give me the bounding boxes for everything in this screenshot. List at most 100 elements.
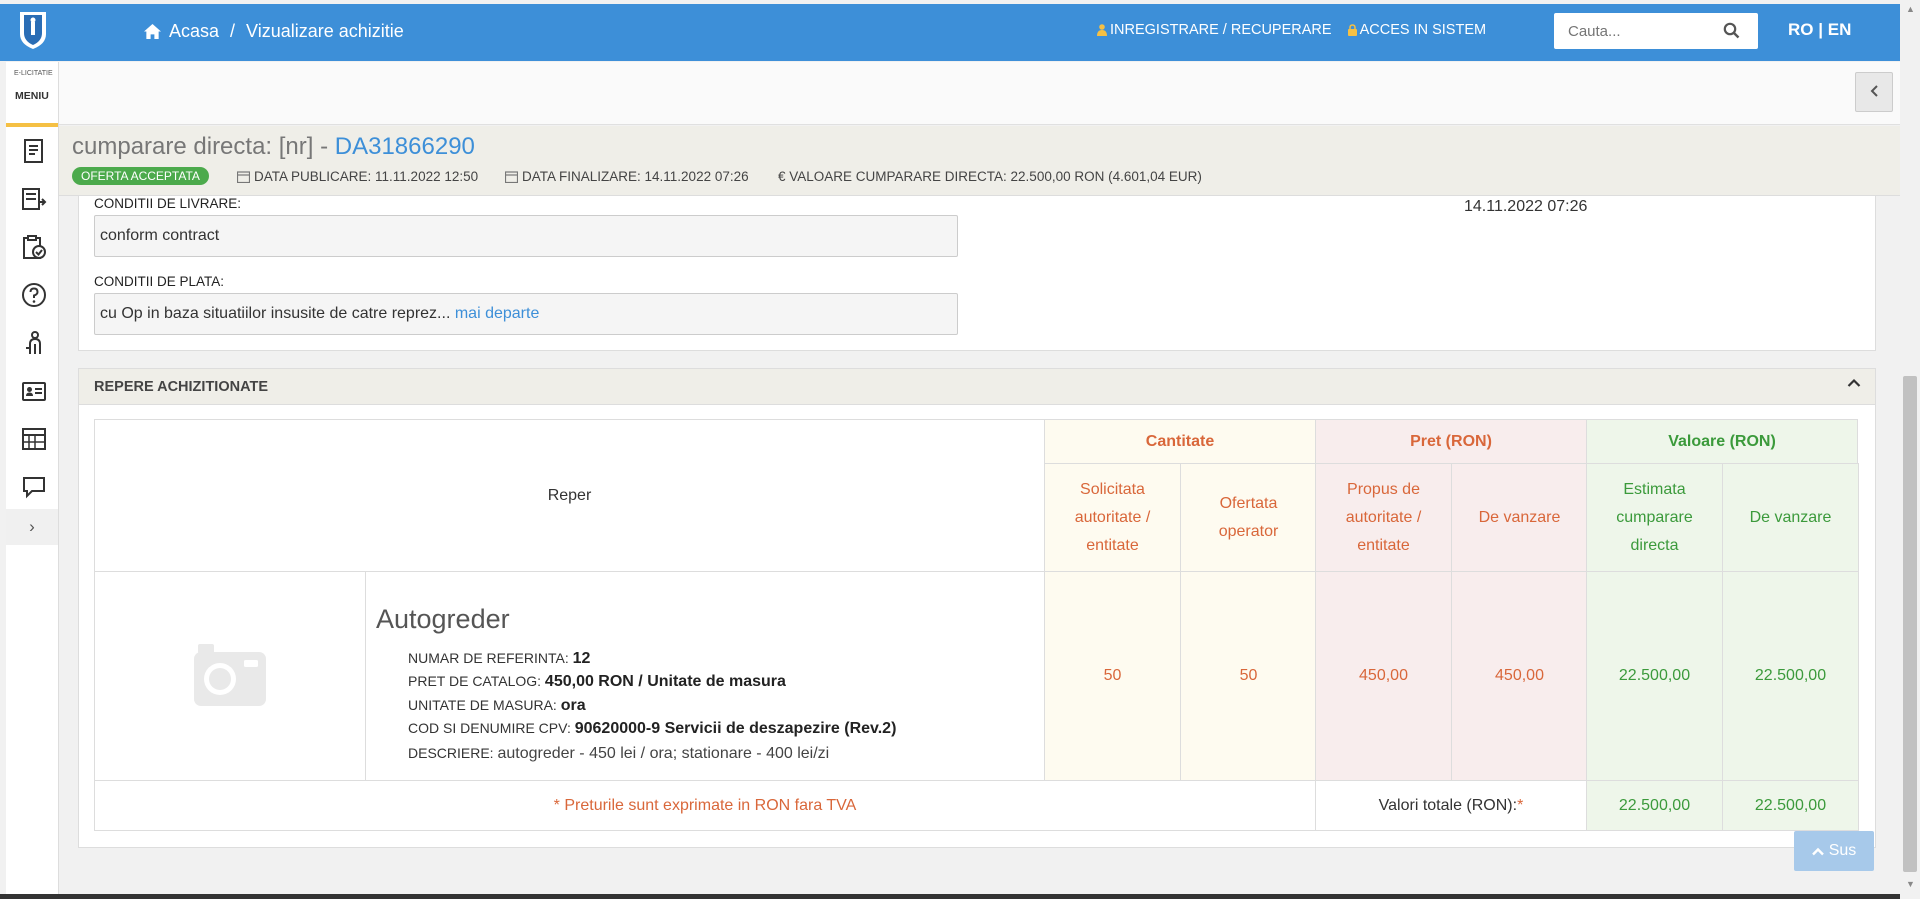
payment-conditions-label: CONDITII DE PLATA: (94, 274, 225, 289)
register-link-label: INREGISTRARE / RECUPERARE (1110, 22, 1332, 38)
clipboard-check-icon[interactable] (21, 234, 47, 260)
item-desc-label: DESCRIERE: (408, 745, 498, 761)
status-badge: OFERTA ACCEPTATA (72, 167, 209, 185)
totals-star: * (1517, 796, 1524, 814)
finalization-date: 14.11.2022 07:26 (1464, 198, 1588, 215)
more-link[interactable]: mai departe (455, 305, 540, 322)
total-estimated-cell: 22.500,00 (1586, 780, 1723, 831)
site-logo[interactable] (17, 10, 49, 50)
collapse-panel-button[interactable] (1855, 72, 1893, 112)
document-icon[interactable] (21, 138, 47, 164)
item-unit-line: UNITATE DE MASURA: ora (408, 697, 586, 715)
item-catalog-line: PRET DE CATALOG: 450,00 RON / Unitate de… (408, 673, 786, 691)
menu-toggle[interactable]: MENIU (15, 90, 49, 102)
item-unit-value: ora (560, 697, 586, 714)
sub-estimata-header: Estimata cumparare directa (1586, 463, 1723, 572)
calendar-grid-icon[interactable] (21, 426, 47, 452)
sub-val-vanzare-header: De vanzare (1722, 463, 1859, 572)
publish-date: DATA PUBLICARE: 11.11.2022 12:50 (237, 169, 478, 184)
login-link[interactable]: ACCES IN SISTEM (1347, 22, 1487, 38)
scroll-down-arrow[interactable]: ▼ (1906, 879, 1915, 889)
help-icon[interactable] (21, 282, 47, 308)
register-link[interactable]: INREGISTRARE / RECUPERARE (1097, 22, 1332, 38)
value-estimated-cell: 22.500,00 (1586, 571, 1723, 781)
back-to-top-button[interactable]: Sus (1794, 831, 1874, 871)
scrollbar-thumb[interactable] (1903, 376, 1917, 872)
breadcrumb-current: Vizualizare achizitie (246, 21, 404, 41)
item-name: Autogreder (376, 604, 510, 634)
group-pret-header: Pret (RON) (1315, 419, 1587, 464)
publish-date-text: DATA PUBLICARE: 11.11.2022 12:50 (254, 169, 479, 184)
breadcrumb-separator: / (230, 21, 236, 41)
purchase-value: € VALOARE CUMPARARE DIRECTA: 22.500,00 R… (778, 169, 1202, 184)
chevron-up-icon[interactable] (1847, 378, 1861, 388)
final-date-text: DATA FINALIZARE: 14.11.2022 07:26 (522, 169, 749, 184)
payment-conditions-text: cu Op in baza situatiilor insusite de ca… (100, 305, 451, 322)
item-catalog-label: PRET DE CATALOG: (408, 673, 545, 689)
repere-title: REPERE ACHIZITIONATE (94, 379, 269, 395)
item-desc-value: autogreder - 450 lei / ora; stationare -… (497, 745, 830, 762)
item-cpv-label: COD SI DENUMIRE CPV: (408, 720, 575, 736)
item-image-cell (94, 571, 366, 781)
lang-separator: | (1818, 20, 1823, 39)
search-box (1554, 13, 1758, 49)
sidebar-brand: E-LICITATIE (14, 70, 53, 77)
chevron-left-icon (1870, 85, 1878, 97)
calendar-icon (237, 171, 250, 183)
purchase-title: cumparare directa: [nr] - DA31866290 (72, 133, 475, 161)
back-to-top-label: Sus (1828, 842, 1857, 859)
id-card-icon[interactable] (21, 378, 47, 404)
sub-pret-vanzare-header: De vanzare (1451, 463, 1588, 572)
toolbar (59, 62, 1900, 125)
qty-offered-cell: 50 (1180, 571, 1317, 781)
total-sale-cell: 22.500,00 (1722, 780, 1859, 831)
chat-icon[interactable] (21, 474, 47, 500)
person-icon[interactable] (21, 330, 47, 356)
user-icon (1097, 24, 1107, 36)
value-sale-cell: 22.500,00 (1722, 571, 1859, 781)
item-cpv-value: 90620000-9 Servicii de deszapezire (Rev.… (574, 720, 897, 737)
price-note-cell: * Preturile sunt exprimate in RON fara T… (94, 780, 1316, 831)
top-links: INREGISTRARE / RECUPERARE ACCES IN SISTE… (1097, 22, 1486, 38)
item-ref-line: NUMAR DE REFERINTA: 12 (408, 650, 590, 668)
col-reper-header: Reper (94, 419, 1045, 572)
group-cantitate-header: Cantitate (1044, 419, 1316, 464)
scroll-up-arrow[interactable]: ▲ (1906, 4, 1915, 14)
search-icon[interactable] (1723, 22, 1740, 39)
qty-requested-cell: 50 (1044, 571, 1181, 781)
final-date: DATA FINALIZARE: 14.11.2022 07:26 (505, 169, 749, 184)
item-cpv-line: COD SI DENUMIRE CPV: 90620000-9 Servicii… (408, 720, 896, 738)
price-proposed-cell: 450,00 (1315, 571, 1452, 781)
lang-ro[interactable]: RO (1788, 20, 1814, 39)
sidebar-expand-button[interactable]: › (6, 509, 58, 545)
search-input[interactable] (1566, 13, 1720, 49)
group-valoare-header: Valoare (RON) (1586, 419, 1858, 464)
breadcrumb-home[interactable]: Acasa (169, 21, 219, 42)
breadcrumb: Acasa / Vizualizare achizitie (143, 21, 404, 42)
camera-placeholder-icon (194, 644, 266, 706)
price-sale-cell: 450,00 (1451, 571, 1588, 781)
repere-header[interactable]: REPERE ACHIZITIONATE (79, 369, 1875, 405)
home-icon[interactable] (143, 23, 162, 40)
item-catalog-value: 450,00 RON / Unitate de masura (544, 673, 786, 690)
totals-label-cell: Valori totale (RON): * (1315, 780, 1587, 831)
login-link-label: ACCES IN SISTEM (1359, 22, 1487, 38)
list-export-icon[interactable] (21, 186, 47, 212)
language-switcher: RO | EN (1788, 20, 1851, 40)
item-ref-value: 12 (572, 650, 591, 667)
purchase-code: DA31866290 (334, 133, 475, 160)
sub-solicitata-header: Solicitata autoritate / entitate (1044, 463, 1181, 572)
delivery-conditions-label: CONDITII DE LIVRARE: (94, 196, 242, 211)
lock-icon (1347, 24, 1357, 36)
top-navbar: Acasa / Vizualizare achizitie INREGISTRA… (0, 4, 1900, 61)
purchase-header: cumparare directa: [nr] - DA31866290 OFE… (59, 126, 1900, 196)
chevron-up-icon (1811, 847, 1824, 855)
delivery-conditions-field: conform contract (94, 215, 958, 257)
sidebar: E-LICITATIE MENIU › (6, 62, 59, 899)
totals-label: Valori totale (RON): (1378, 796, 1518, 814)
purchase-title-prefix: cumparare directa: [nr] - (72, 133, 335, 160)
item-ref-label: NUMAR DE REFERINTA: (408, 650, 573, 666)
sub-ofertata-header: Ofertata operator (1180, 463, 1317, 572)
lang-en[interactable]: EN (1828, 20, 1852, 39)
bottom-edge (0, 894, 1900, 899)
